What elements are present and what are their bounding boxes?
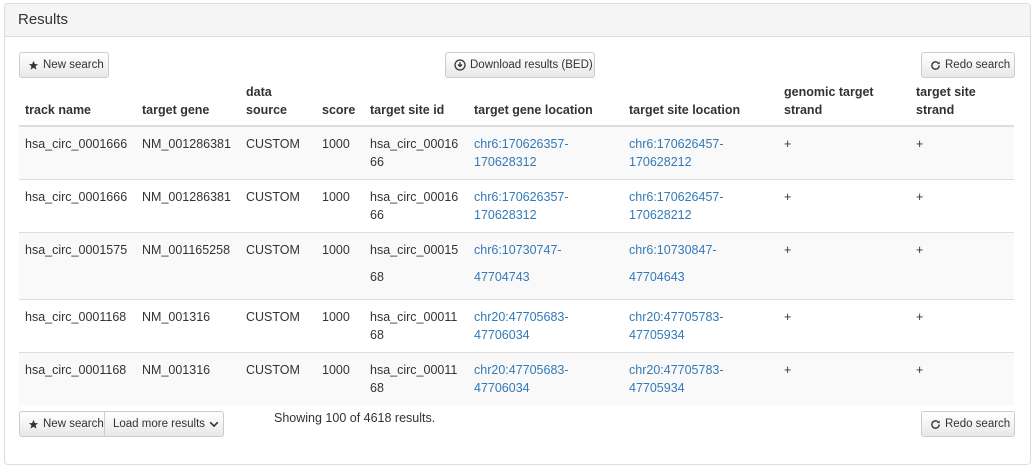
- track-name-cell: hsa_circ_0001168: [19, 352, 136, 405]
- data-source-cell: CUSTOM: [240, 179, 316, 233]
- genomic-strand-cell: +: [778, 232, 910, 300]
- data-source-cell: CUSTOM: [240, 352, 316, 405]
- site-strand-cell: +: [910, 179, 1014, 233]
- score-cell: 1000: [316, 232, 364, 300]
- target-site-location-link[interactable]: chr6:170626457-170628212: [629, 135, 729, 171]
- target-site-id: hsa_circ_0001666: [370, 190, 459, 222]
- target-site-id-cell: hsa_circ_0001568: [364, 232, 468, 300]
- target-site-id-cell: hsa_circ_0001666: [364, 125, 468, 180]
- target-site-id-cell: hsa_circ_0001168: [364, 352, 468, 405]
- target-gene-cell: NM_001165258: [136, 232, 240, 300]
- table-row: hsa_circ_0001168 NM_001316 CUSTOM 1000 h…: [19, 352, 1014, 405]
- target-gene-cell: NM_001286381: [136, 179, 240, 233]
- track-name-cell: hsa_circ_0001168: [19, 299, 136, 353]
- target-site-id: hsa_circ_0001568: [370, 243, 459, 284]
- target-gene-cell: NM_001286381: [136, 125, 240, 180]
- site-strand-cell: +: [910, 352, 1014, 405]
- target-gene-cell: NM_001316: [136, 352, 240, 405]
- redo-search-button-bottom[interactable]: Redo search: [921, 411, 1015, 437]
- new-search-label: New search: [43, 418, 104, 430]
- target-gene-location-cell: chr20:47705683-47706034: [468, 352, 623, 405]
- target-gene-cell: NM_001316: [136, 299, 240, 353]
- target-site-location-cell: chr20:47705783-47705934: [623, 299, 778, 353]
- target-site-id: hsa_circ_0001168: [370, 310, 458, 342]
- target-site-location-cell: chr6:10730847-47704643: [623, 232, 778, 300]
- column-header[interactable]: target site id: [364, 83, 468, 127]
- site-strand-cell: +: [910, 299, 1014, 353]
- genomic-strand-cell: +: [778, 299, 910, 353]
- track-name-cell: hsa_circ_0001666: [19, 179, 136, 233]
- table-row: hsa_circ_0001168 NM_001316 CUSTOM 1000 h…: [19, 299, 1014, 353]
- download-results-button[interactable]: Download results (BED): [445, 52, 595, 78]
- download-circle-icon: [454, 59, 466, 71]
- results-count-status: Showing 100 of 4618 results.: [274, 411, 436, 425]
- column-header[interactable]: target site location: [623, 83, 778, 127]
- site-strand-cell: +: [910, 232, 1014, 300]
- target-gene-location-cell: chr20:47705683-47706034: [468, 299, 623, 353]
- target-site-location-cell: chr6:170626457-170628212: [623, 125, 778, 180]
- score-cell: 1000: [316, 179, 364, 233]
- target-gene-location-cell: chr6:170626357-170628312: [468, 125, 623, 180]
- target-gene-location-cell: chr6:10730747-47704743: [468, 232, 623, 300]
- column-header[interactable]: target gene location: [468, 83, 623, 127]
- column-header[interactable]: score: [316, 83, 364, 127]
- panel-title: Results: [5, 4, 1030, 37]
- new-search-button-bottom[interactable]: New search: [19, 411, 105, 437]
- site-strand-cell: +: [910, 125, 1014, 180]
- target-site-location-link[interactable]: chr6:170626457-170628212: [629, 188, 729, 224]
- redo-icon: [930, 419, 941, 430]
- results-table: track name target gene data source score…: [19, 83, 1014, 405]
- target-site-location-cell: chr6:170626457-170628212: [623, 179, 778, 233]
- score-cell: 1000: [316, 299, 364, 353]
- target-site-id: hsa_circ_0001666: [370, 137, 459, 169]
- target-gene-location-link[interactable]: chr20:47705683-47706034: [474, 308, 574, 344]
- redo-label: Redo search: [945, 59, 1011, 71]
- score-cell: 1000: [316, 352, 364, 405]
- genomic-strand-cell: +: [778, 352, 910, 405]
- target-gene-location-link[interactable]: chr20:47705683-47706034: [474, 361, 574, 397]
- column-header[interactable]: data source: [240, 83, 316, 127]
- chevron-down-icon: [209, 419, 219, 429]
- column-header[interactable]: track name: [19, 83, 136, 127]
- target-site-location-link[interactable]: chr6:10730847-47704643: [629, 237, 729, 291]
- target-site-id-cell: hsa_circ_0001168: [364, 299, 468, 353]
- track-name-cell: hsa_circ_0001666: [19, 125, 136, 180]
- new-search-label: New search: [43, 59, 104, 71]
- table-row: hsa_circ_0001575 NM_001165258 CUSTOM 100…: [19, 232, 1014, 300]
- target-site-location-cell: chr20:47705783-47705934: [623, 352, 778, 405]
- target-site-id: hsa_circ_0001168: [370, 363, 458, 395]
- score-cell: 1000: [316, 125, 364, 180]
- star-icon: [28, 60, 39, 71]
- target-gene-location-link[interactable]: chr6:170626357-170628312: [474, 188, 574, 224]
- data-source-cell: CUSTOM: [240, 125, 316, 180]
- new-search-button[interactable]: New search: [19, 52, 109, 78]
- data-source-cell: CUSTOM: [240, 299, 316, 353]
- target-site-location-link[interactable]: chr20:47705783-47705934: [629, 361, 729, 397]
- genomic-strand-cell: +: [778, 125, 910, 180]
- redo-search-button[interactable]: Redo search: [921, 52, 1015, 78]
- load-more-results-button[interactable]: Load more results: [105, 411, 224, 437]
- target-gene-location-cell: chr6:170626357-170628312: [468, 179, 623, 233]
- download-label: Download results (BED): [470, 59, 593, 71]
- data-source-cell: CUSTOM: [240, 232, 316, 300]
- column-header[interactable]: target site strand: [910, 83, 1014, 127]
- target-site-id-cell: hsa_circ_0001666: [364, 179, 468, 233]
- target-gene-location-link[interactable]: chr6:170626357-170628312: [474, 135, 574, 171]
- table-row: hsa_circ_0001666 NM_001286381 CUSTOM 100…: [19, 125, 1014, 180]
- column-header[interactable]: target gene: [136, 83, 240, 127]
- track-name-cell: hsa_circ_0001575: [19, 232, 136, 300]
- redo-label: Redo search: [945, 418, 1011, 430]
- genomic-strand-cell: +: [778, 179, 910, 233]
- column-header[interactable]: genomic target strand: [778, 83, 910, 127]
- star-icon: [28, 419, 39, 430]
- load-more-label: Load more results: [113, 418, 206, 430]
- target-site-location-link[interactable]: chr20:47705783-47705934: [629, 308, 729, 344]
- target-gene-location-link[interactable]: chr6:10730747-47704743: [474, 237, 574, 291]
- redo-icon: [930, 60, 941, 71]
- table-header-row: track name target gene data source score…: [19, 83, 1014, 127]
- table-row: hsa_circ_0001666 NM_001286381 CUSTOM 100…: [19, 179, 1014, 233]
